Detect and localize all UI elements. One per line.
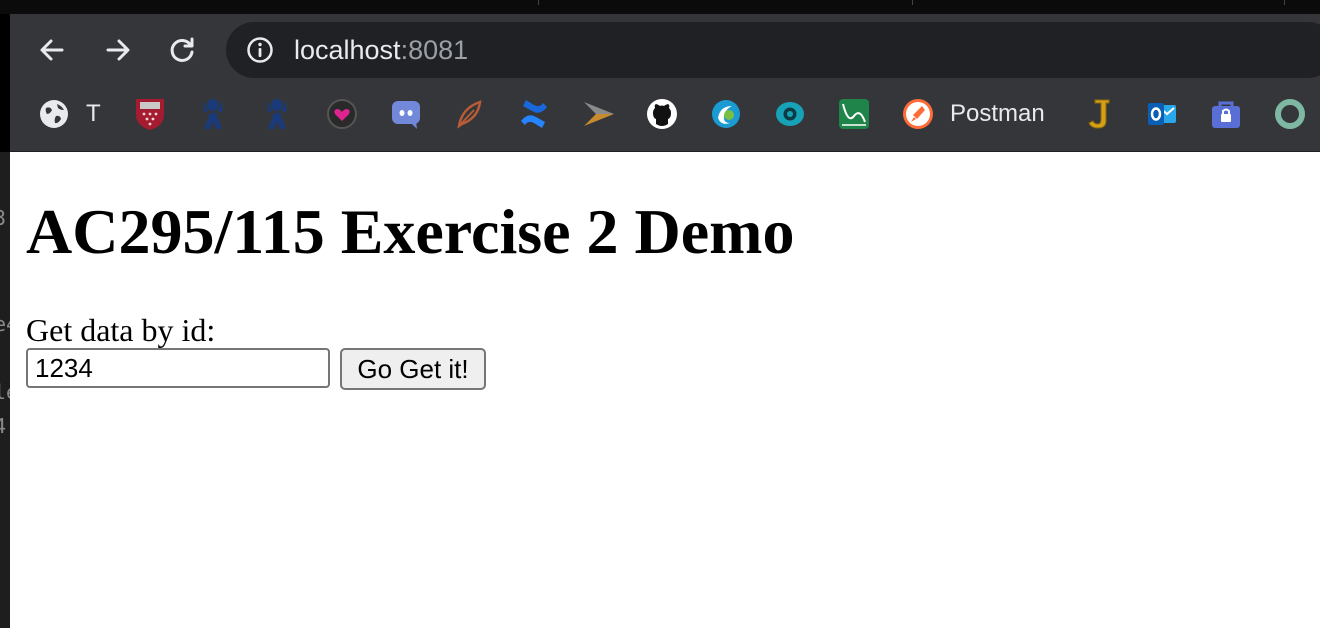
id-label: Get data by id: (26, 312, 216, 348)
bookmark-swirl[interactable] (710, 94, 742, 134)
window-divider (912, 0, 913, 5)
bookmark-t[interactable]: T (38, 94, 101, 134)
globe-icon (40, 100, 68, 128)
feather-icon (457, 100, 482, 129)
swirl-circle-icon (712, 100, 740, 128)
edge-text: 3 (0, 206, 7, 230)
bookmark-label: Postman (950, 100, 1045, 127)
page-content: AC295/115 Exercise 2 Demo Get data by id… (10, 152, 1320, 628)
address-bar[interactable]: localhost:8081 (226, 22, 1320, 78)
bookmark-heart[interactable] (326, 94, 358, 134)
go-get-it-button[interactable]: Go Get it! (340, 348, 486, 390)
confluence-icon (521, 100, 547, 128)
edge-text: e4 (0, 312, 10, 336)
bookmark-github[interactable] (646, 94, 678, 134)
butler-icon (267, 99, 287, 129)
window-divider (538, 0, 539, 5)
butler-icon (203, 99, 223, 129)
background-window-edge: 3 e4 le 4 (0, 152, 10, 628)
url-text[interactable]: localhost:8081 (294, 34, 468, 66)
heart-circle-icon (327, 99, 357, 129)
bookmark-label: T (86, 100, 101, 127)
letter-j-icon (1088, 99, 1110, 129)
id-input[interactable] (26, 348, 330, 388)
shield-crest-icon (136, 99, 164, 130)
bookmark-crest[interactable] (134, 94, 166, 134)
eye-ring-icon (776, 102, 804, 126)
page-title: AC295/115 Exercise 2 Demo (26, 196, 795, 267)
arrow-left-icon (40, 39, 64, 61)
bookmark-ring[interactable] (1274, 94, 1306, 134)
bookmark-chart[interactable] (838, 94, 870, 134)
edge-text: le (0, 380, 10, 404)
chart-line-icon (839, 99, 869, 129)
url-host: localhost (294, 35, 401, 65)
discord-icon (392, 101, 420, 129)
arrow-play-icon (584, 102, 614, 126)
reload-icon (170, 37, 194, 62)
ring-icon (1275, 99, 1305, 129)
postman-icon (903, 99, 933, 129)
bookmark-feather[interactable] (454, 94, 486, 134)
bookmark-confluence[interactable] (518, 94, 550, 134)
bookmarks-bar: T Postman (10, 94, 1320, 134)
bookmark-arrow[interactable] (582, 94, 616, 134)
back-button[interactable] (34, 32, 70, 68)
edge-text: 4 (0, 414, 7, 438)
window-divider (1284, 0, 1285, 5)
bookmark-lock[interactable] (1210, 94, 1242, 134)
bookmark-postman[interactable]: Postman (902, 94, 1045, 134)
lock-bag-icon (1212, 101, 1240, 128)
arrow-right-icon (106, 39, 130, 61)
url-port: :8081 (400, 35, 469, 65)
info-icon[interactable] (246, 36, 274, 64)
github-icon (647, 99, 677, 129)
bookmark-eye[interactable] (774, 94, 806, 134)
window-top-strip (0, 0, 1320, 14)
forward-button[interactable] (100, 32, 136, 68)
bookmark-outlook[interactable] (1146, 94, 1178, 134)
browser-toolbar: localhost:8081 T Postman (10, 14, 1320, 151)
bookmark-butler-1[interactable] (198, 94, 228, 134)
bookmark-j[interactable] (1084, 94, 1114, 134)
bookmark-butler-2[interactable] (262, 94, 292, 134)
reload-button[interactable] (164, 32, 200, 68)
outlook-icon (1148, 103, 1176, 125)
bookmark-discord[interactable] (390, 94, 422, 134)
